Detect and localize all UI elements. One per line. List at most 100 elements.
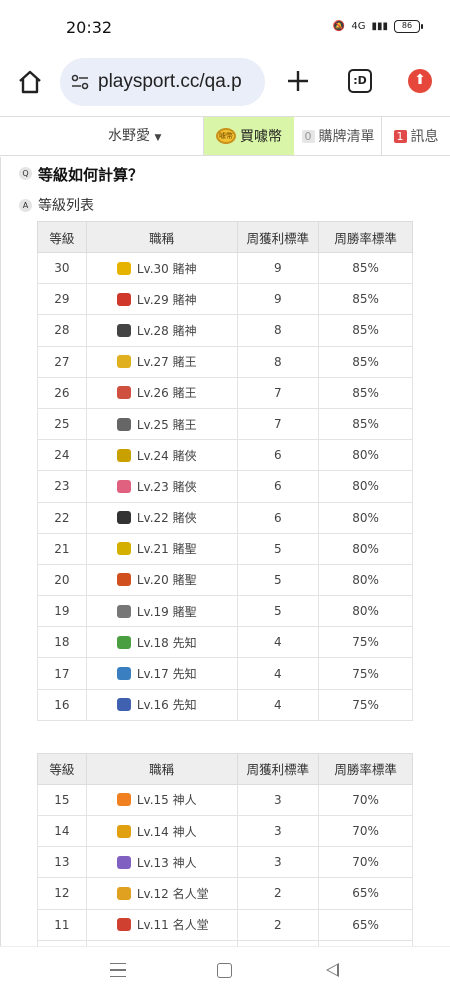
- question-text: 等級如何計算？: [38, 165, 144, 184]
- weekly-winrate-cell: 80%: [318, 470, 413, 503]
- header-title: 職稱: [85, 221, 238, 253]
- level-cell: 16: [37, 688, 87, 721]
- status-bar: 20:32 🔕 4G ▮▮▮ 86: [0, 0, 450, 56]
- weekly-winrate-cell: 85%: [318, 283, 413, 316]
- title-cell: Lv.27 賭王: [85, 345, 238, 378]
- title-text: Lv.30 賭神: [136, 261, 197, 276]
- level-cell: 18: [37, 626, 87, 659]
- header-weekly-winrate: 周勝率標準: [318, 221, 413, 253]
- title-text: Lv.25 賭王: [136, 417, 197, 432]
- title-cell: Lv.19 賭聖: [85, 595, 238, 628]
- title-cell: Lv.23 賭俠: [85, 470, 238, 503]
- table-row: 24 Lv.24 賭俠 6 80%: [37, 439, 413, 472]
- mute-icon: 🔕: [332, 21, 346, 32]
- signal-icon: ▮▮▮: [371, 21, 388, 32]
- trophy-red-icon: [116, 918, 131, 932]
- crown-dark-icon: [116, 323, 131, 337]
- weekly-profit-cell: 5: [236, 563, 320, 597]
- system-nav-bar: [0, 946, 450, 1000]
- browser-update-icon[interactable]: ⬆: [408, 69, 432, 93]
- trophy-gold-icon: [116, 886, 131, 900]
- title-text: Lv.24 賭俠: [136, 448, 197, 463]
- title-cell: Lv.29 賭神: [85, 283, 238, 316]
- weekly-winrate-cell: 85%: [318, 345, 413, 378]
- header-weekly-profit: 周獲利標準: [236, 752, 320, 785]
- message-count-badge: 1: [393, 129, 407, 143]
- level-cell: 14: [37, 814, 87, 848]
- title-cell: Lv.25 賭王: [85, 407, 238, 441]
- level-cell: 25: [37, 407, 87, 441]
- weekly-winrate-cell: 80%: [318, 595, 413, 628]
- sun-orange-icon: [116, 793, 131, 807]
- table-row: 26 Lv.26 賭王 7 85%: [37, 376, 413, 409]
- status-time: 20:32: [66, 18, 113, 37]
- orb-green-icon: [116, 635, 131, 649]
- weekly-winrate-cell: 75%: [318, 626, 413, 659]
- table-row: 22 Lv.22 賭俠 6 80%: [37, 501, 413, 534]
- tabs-switcher-icon[interactable]: :D: [348, 69, 372, 93]
- table-row: 18 Lv.18 先知 4 75%: [37, 626, 413, 659]
- level-cell: 24: [37, 439, 87, 472]
- level-cell: 22: [37, 501, 87, 534]
- recent-apps-icon[interactable]: [110, 963, 126, 977]
- title-cell: Lv.28 賭神: [85, 314, 238, 347]
- weekly-winrate-cell: 85%: [318, 376, 413, 409]
- table-row: 15 Lv.15 神人 3 70%: [37, 783, 413, 817]
- home-icon[interactable]: [16, 68, 44, 96]
- weekly-winrate-cell: 85%: [318, 407, 413, 441]
- weekly-winrate-cell: 70%: [318, 783, 413, 817]
- title-text: Lv.19 賭聖: [136, 604, 197, 619]
- weekly-winrate-cell: 80%: [318, 532, 413, 565]
- address-bar[interactable]: playsport.cc/qa.p: [60, 58, 265, 106]
- title-cell: Lv.11 名人堂: [85, 908, 238, 941]
- weekly-profit-cell: 3: [236, 783, 320, 817]
- table-header-row: 等級 職稱 周獲利標準 周勝率標準: [37, 221, 413, 253]
- level-cell: 19: [37, 595, 87, 628]
- weekly-profit-cell: 6: [236, 439, 320, 472]
- buy-coins-button[interactable]: 噱幣 買噱幣: [204, 117, 294, 155]
- title-text: Lv.21 賭聖: [136, 542, 197, 557]
- title-text: Lv.28 賭神: [136, 323, 197, 338]
- weekly-winrate-cell: 80%: [318, 563, 413, 597]
- messages-label: 訊息: [410, 129, 439, 145]
- status-icons: 🔕 4G ▮▮▮ 86: [332, 20, 423, 33]
- header-level: 等級: [37, 752, 87, 785]
- site-settings-icon[interactable]: [70, 72, 90, 92]
- weekly-profit-cell: 6: [236, 501, 320, 534]
- sun-gold-icon: [116, 824, 131, 838]
- weekly-winrate-cell: 80%: [318, 501, 413, 534]
- title-text: Lv.20 賭聖: [136, 573, 197, 588]
- back-triangle-icon[interactable]: [326, 963, 339, 977]
- title-cell: Lv.13 神人: [85, 846, 238, 879]
- cart-button[interactable]: 0 購牌清單: [294, 117, 382, 155]
- new-tab-icon[interactable]: [284, 67, 312, 95]
- title-cell: Lv.30 賭神: [85, 251, 238, 285]
- weekly-winrate-cell: 80%: [318, 439, 413, 472]
- title-text: Lv.13 神人: [136, 855, 197, 870]
- battery-icon: 86: [394, 20, 423, 33]
- header-title: 職稱: [85, 752, 238, 785]
- orb-navy-icon: [116, 698, 131, 712]
- gem-gold-icon: [116, 355, 131, 369]
- buy-coins-label: 買噱幣: [240, 129, 282, 145]
- weekly-profit-cell: 8: [236, 314, 320, 347]
- title-cell: Lv.15 神人: [85, 783, 238, 817]
- user-menu[interactable]: 水野愛 ▼: [108, 117, 161, 155]
- main-content: Q 等級如何計算？ A 等級列表 等級 職稱 周獲利標準 周勝率標準 30 Lv.…: [0, 157, 450, 947]
- mask-pink-icon: [116, 479, 131, 493]
- title-cell: Lv.26 賭王: [85, 376, 238, 409]
- weekly-winrate-cell: 75%: [318, 688, 413, 721]
- weekly-profit-cell: 7: [236, 407, 320, 441]
- answer-text: 等級列表: [38, 198, 94, 214]
- title-text: Lv.12 名人堂: [136, 886, 209, 901]
- title-cell: Lv.16 先知: [85, 688, 238, 721]
- table-row: 27 Lv.27 賭王 8 85%: [37, 345, 413, 378]
- level-cell: 27: [37, 345, 87, 378]
- messages-button[interactable]: 1 訊息: [382, 117, 450, 155]
- weekly-winrate-cell: 70%: [318, 814, 413, 848]
- title-text: Lv.18 先知: [136, 635, 197, 650]
- weekly-profit-cell: 9: [236, 283, 320, 316]
- cart-label: 購牌清單: [318, 129, 375, 145]
- home-square-icon[interactable]: [217, 963, 232, 978]
- sun-purple-icon: [116, 855, 131, 869]
